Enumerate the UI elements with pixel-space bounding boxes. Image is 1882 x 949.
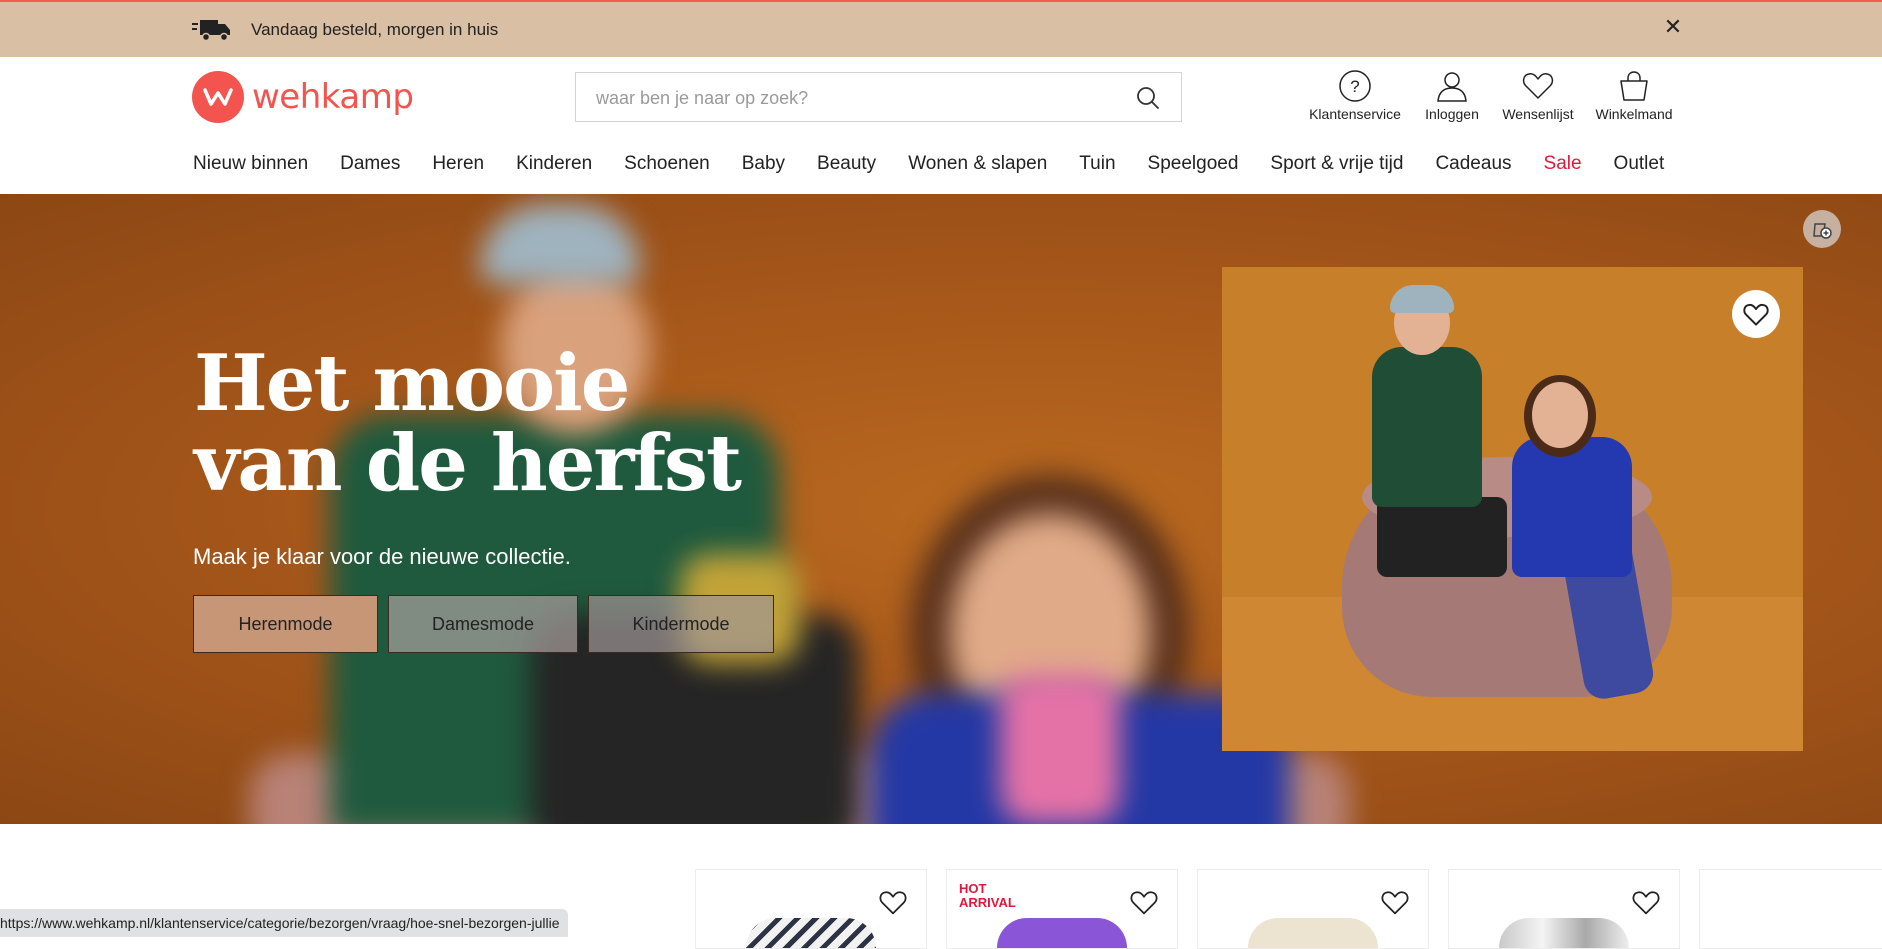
product-image (746, 918, 876, 948)
product-image (1499, 918, 1629, 948)
hero-wishlist-button[interactable] (1732, 290, 1780, 338)
hero-buttons: Herenmode Damesmode Kindermode (193, 595, 784, 653)
product-card[interactable] (1448, 869, 1680, 949)
nav-item-heren[interactable]: Heren (432, 153, 484, 175)
nav-item-speelgoed[interactable]: Speelgoed (1148, 153, 1239, 175)
customer-service-link[interactable]: ? Klantenservice (1308, 69, 1402, 122)
nav-item-schoenen[interactable]: Schoenen (624, 153, 710, 175)
nav-item-nieuw-binnen[interactable]: Nieuw binnen (193, 153, 308, 175)
nav-item-dames[interactable]: Dames (340, 153, 400, 175)
product-card[interactable]: HOT ARRIVAL (946, 869, 1178, 949)
damesmode-button[interactable]: Damesmode (388, 595, 578, 653)
nav-item-outlet[interactable]: Outlet (1614, 153, 1665, 175)
shoppable-image-button[interactable] (1803, 210, 1841, 248)
login-link[interactable]: Inloggen (1417, 69, 1487, 122)
shopping-tag-icon (1813, 223, 1832, 239)
hero-product-photo[interactable] (1222, 267, 1803, 751)
search-input[interactable] (594, 73, 1118, 123)
wishlist-link[interactable]: Wensenlijst (1497, 69, 1579, 122)
nav-item-wonen-slapen[interactable]: Wonen & slapen (908, 153, 1047, 175)
photo-girl-head (1532, 382, 1588, 448)
site-header: wehkamp ? Klantenservice Inloggen Wensen… (0, 57, 1882, 194)
product-image (1248, 918, 1378, 948)
login-label: Inloggen (1425, 106, 1479, 122)
help-icon: ? (1339, 70, 1371, 102)
cart-label: Winkelmand (1595, 106, 1673, 122)
browser-status-url: https://www.wehkamp.nl/klantenservice/ca… (0, 909, 568, 937)
search-icon[interactable] (1136, 86, 1160, 110)
logo-text: wehkamp (252, 77, 414, 117)
kindermode-button[interactable]: Kindermode (588, 595, 774, 653)
nav-item-beauty[interactable]: Beauty (817, 153, 876, 175)
close-icon[interactable]: ✕ (1662, 16, 1684, 38)
photo-boy-legs (1377, 497, 1507, 577)
nav-item-cadeaus[interactable]: Cadeaus (1435, 153, 1511, 175)
product-card[interactable] (1197, 869, 1429, 949)
product-image (997, 918, 1127, 948)
hero-title-line1: Het mooie (194, 338, 630, 429)
nav-item-sport[interactable]: Sport & vrije tijd (1270, 153, 1403, 175)
nav-item-tuin[interactable]: Tuin (1079, 153, 1115, 175)
bag-icon (1620, 71, 1648, 101)
search-box[interactable] (575, 72, 1182, 123)
promo-text: Vandaag besteld, morgen in huis (251, 20, 499, 39)
hot-badge-line1: HOT (959, 881, 987, 896)
heart-icon (1522, 73, 1554, 99)
nav-item-kinderen[interactable]: Kinderen (516, 153, 592, 175)
hero-bg-cap (480, 204, 640, 284)
customer-service-label: Klantenservice (1309, 106, 1401, 122)
main-navigation: Nieuw binnen Dames Heren Kinderen Schoen… (193, 153, 1664, 175)
hero-title: Het mooie van de herfst (194, 338, 742, 509)
user-icon (1437, 72, 1467, 102)
photo-girl (1512, 437, 1632, 577)
cart-link[interactable]: Winkelmand (1591, 69, 1677, 122)
svg-text:?: ? (1350, 77, 1359, 96)
hero-subtitle: Maak je klaar voor de nieuwe collectie. (193, 544, 571, 569)
wehkamp-logo[interactable]: wehkamp (192, 71, 414, 123)
logo-mark (192, 71, 244, 123)
hero-banner[interactable]: Het mooie van de herfst Maak je klaar vo… (0, 194, 1882, 824)
wishlist-label: Wensenlijst (1502, 106, 1574, 122)
product-card[interactable] (1699, 869, 1882, 949)
nav-item-sale[interactable]: Sale (1544, 153, 1582, 175)
hero-title-line2: van de herfst (194, 418, 742, 509)
heart-icon (1743, 303, 1769, 326)
heart-icon[interactable] (1631, 888, 1661, 916)
hot-badge-line2: ARRIVAL (959, 895, 1016, 910)
hero-bg-scarf (1000, 674, 1120, 824)
heart-icon[interactable] (1129, 888, 1159, 916)
promo-bar: Vandaag besteld, morgen in huis ✕ (0, 2, 1882, 57)
nav-item-baby[interactable]: Baby (742, 153, 785, 175)
product-card[interactable] (695, 869, 927, 949)
truck-icon (192, 20, 230, 42)
photo-boy-cap (1390, 285, 1454, 313)
heart-icon[interactable] (878, 888, 908, 916)
photo-boy (1372, 347, 1482, 507)
heart-icon[interactable] (1380, 888, 1410, 916)
hot-arrival-badge: HOT ARRIVAL (959, 882, 1016, 910)
herenmode-button[interactable]: Herenmode (193, 595, 378, 653)
